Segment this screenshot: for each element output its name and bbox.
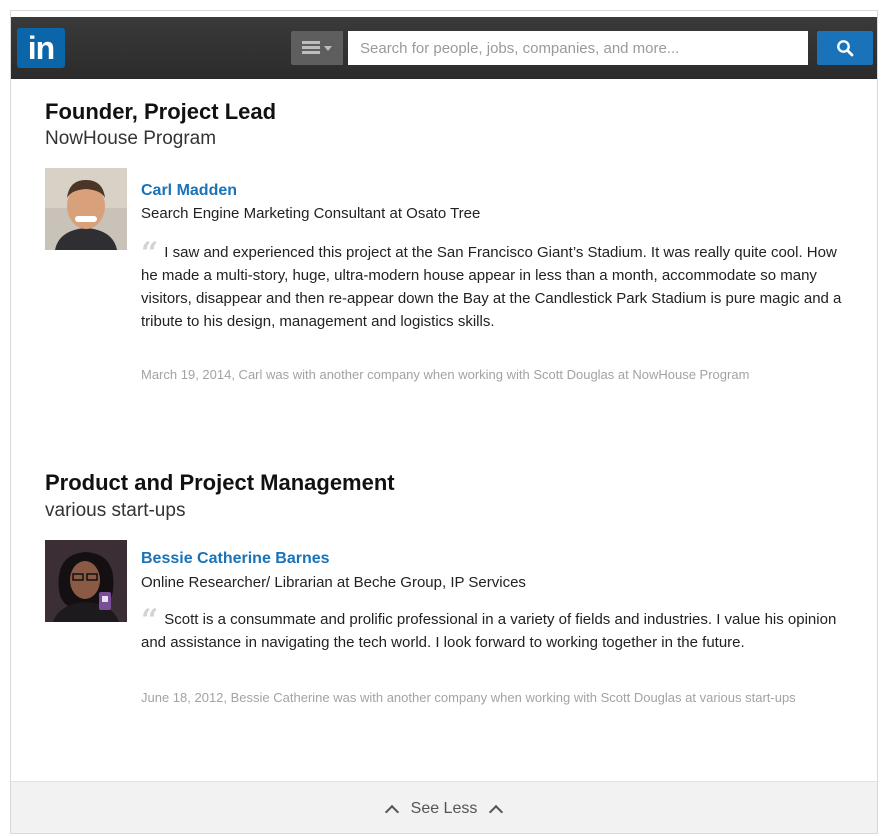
nav-menu-button[interactable] — [291, 31, 343, 65]
recommender-headline: Online Researcher/ Librarian at Beche Gr… — [141, 574, 526, 591]
recommender-headline: Search Engine Marketing Consultant at Os… — [141, 205, 481, 222]
recommendation-body: Scott is a consummate and prolific profe… — [141, 611, 837, 651]
linkedin-logo[interactable]: in — [17, 28, 65, 68]
role-title: Founder, Project Lead — [45, 99, 277, 124]
search-icon — [837, 40, 854, 57]
recommendation-text: “I saw and experienced this project at t… — [141, 239, 851, 333]
menu-icon — [302, 41, 320, 55]
recommendation-meta: June 18, 2012, Bessie Catherine was with… — [141, 690, 796, 705]
recommender-avatar[interactable] — [45, 168, 127, 250]
search-button[interactable] — [817, 31, 873, 65]
role-organization: various start-ups — [45, 500, 186, 521]
role-organization: NowHouse Program — [45, 128, 217, 149]
chevron-up-icon — [384, 804, 399, 819]
recommender-avatar[interactable] — [45, 540, 127, 622]
role-title: Product and Project Management — [45, 470, 395, 495]
recommendation-meta: March 19, 2014, Carl was with another co… — [141, 367, 750, 382]
quote-icon: “ — [141, 236, 159, 271]
search-input[interactable] — [348, 31, 808, 65]
chevron-up-icon — [489, 804, 504, 819]
see-less-button[interactable]: See Less — [11, 781, 877, 833]
recommender-name-link[interactable]: Bessie Catherine Barnes — [141, 550, 330, 568]
recommendation-body: I saw and experienced this project at th… — [141, 244, 842, 330]
quote-icon: “ — [141, 603, 159, 638]
recommender-name-link[interactable]: Carl Madden — [141, 182, 237, 200]
linkedin-profile-panel: in Founder, Project Lead NowHouse Progra… — [10, 10, 878, 834]
recommendation-text: “Scott is a consummate and prolific prof… — [141, 606, 851, 654]
avatar-photo — [45, 540, 127, 622]
chevron-down-icon — [324, 45, 332, 51]
see-less-label: See Less — [410, 800, 478, 817]
top-nav-bar: in — [11, 17, 877, 79]
avatar-photo — [45, 168, 127, 250]
